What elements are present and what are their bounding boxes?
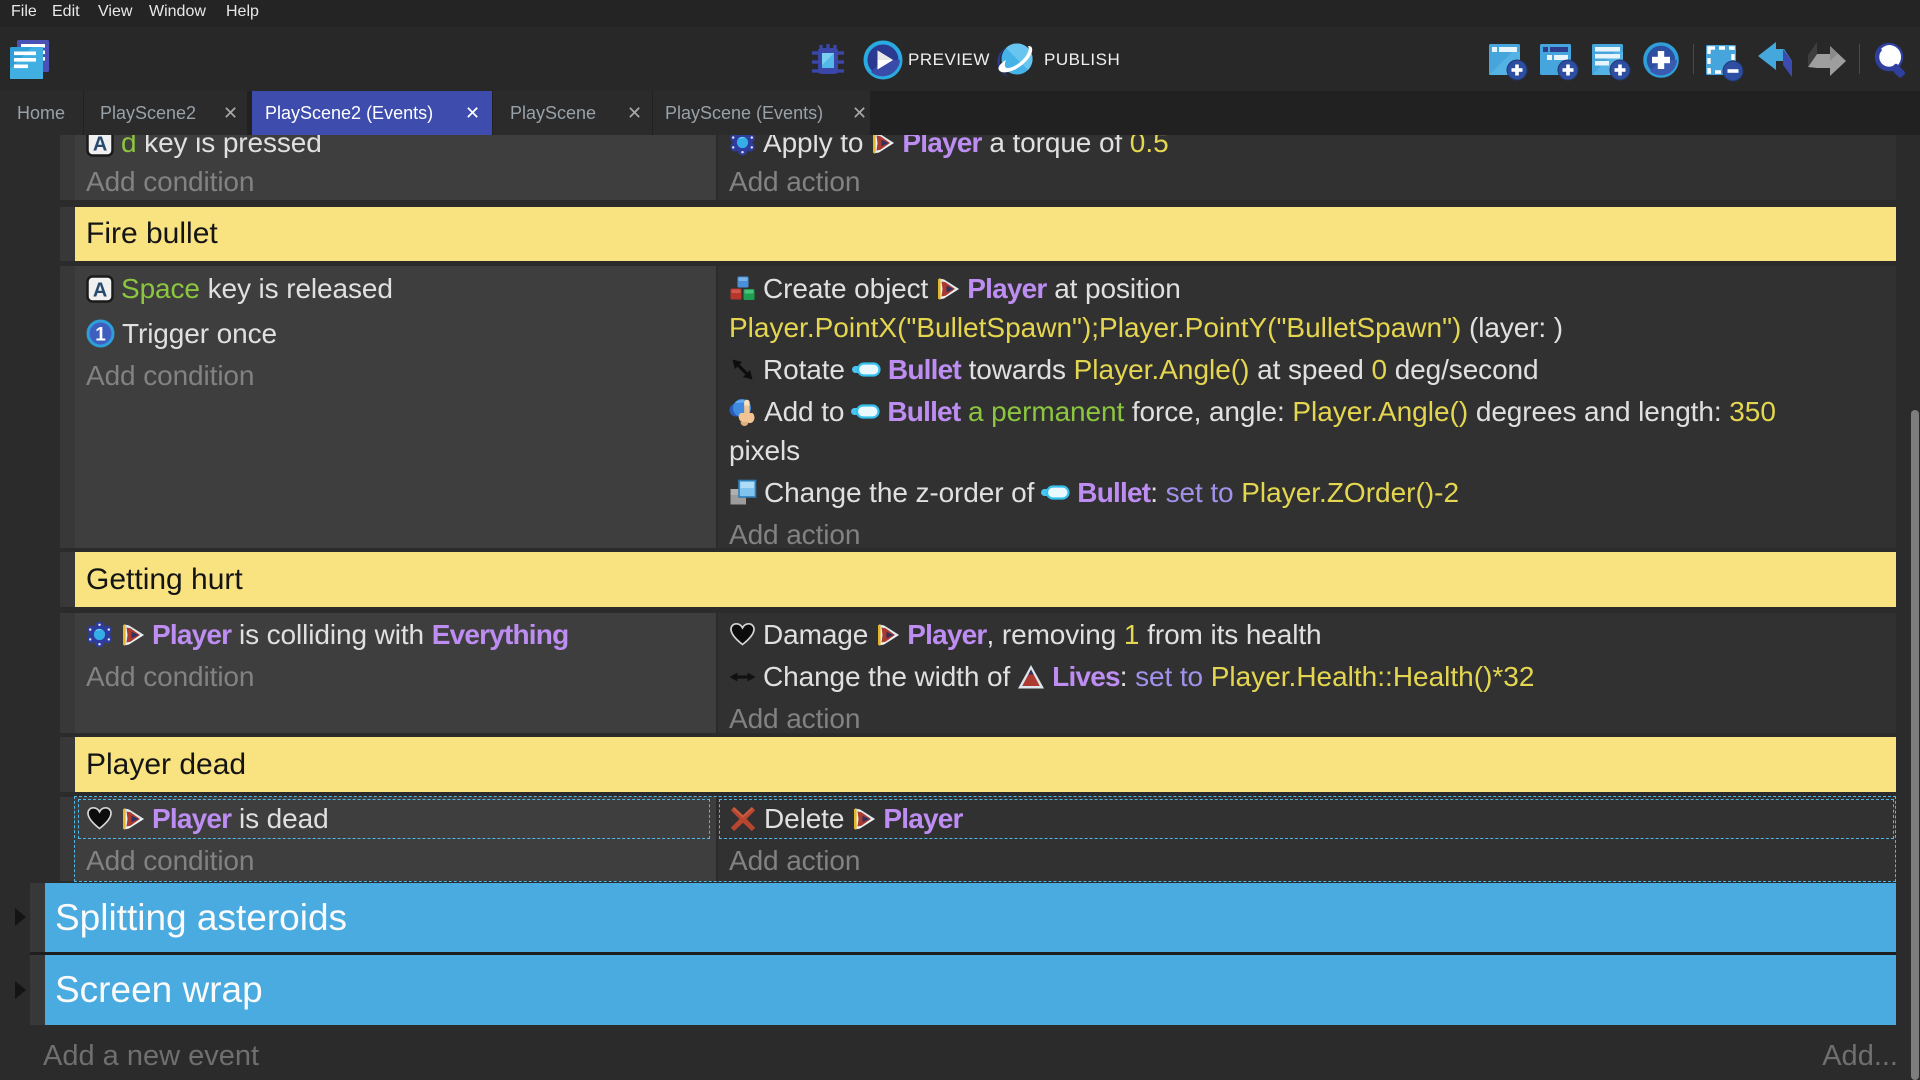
svg-text:A: A — [93, 135, 107, 155]
svg-text:1: 1 — [95, 325, 106, 346]
svg-text:A: A — [93, 279, 107, 301]
